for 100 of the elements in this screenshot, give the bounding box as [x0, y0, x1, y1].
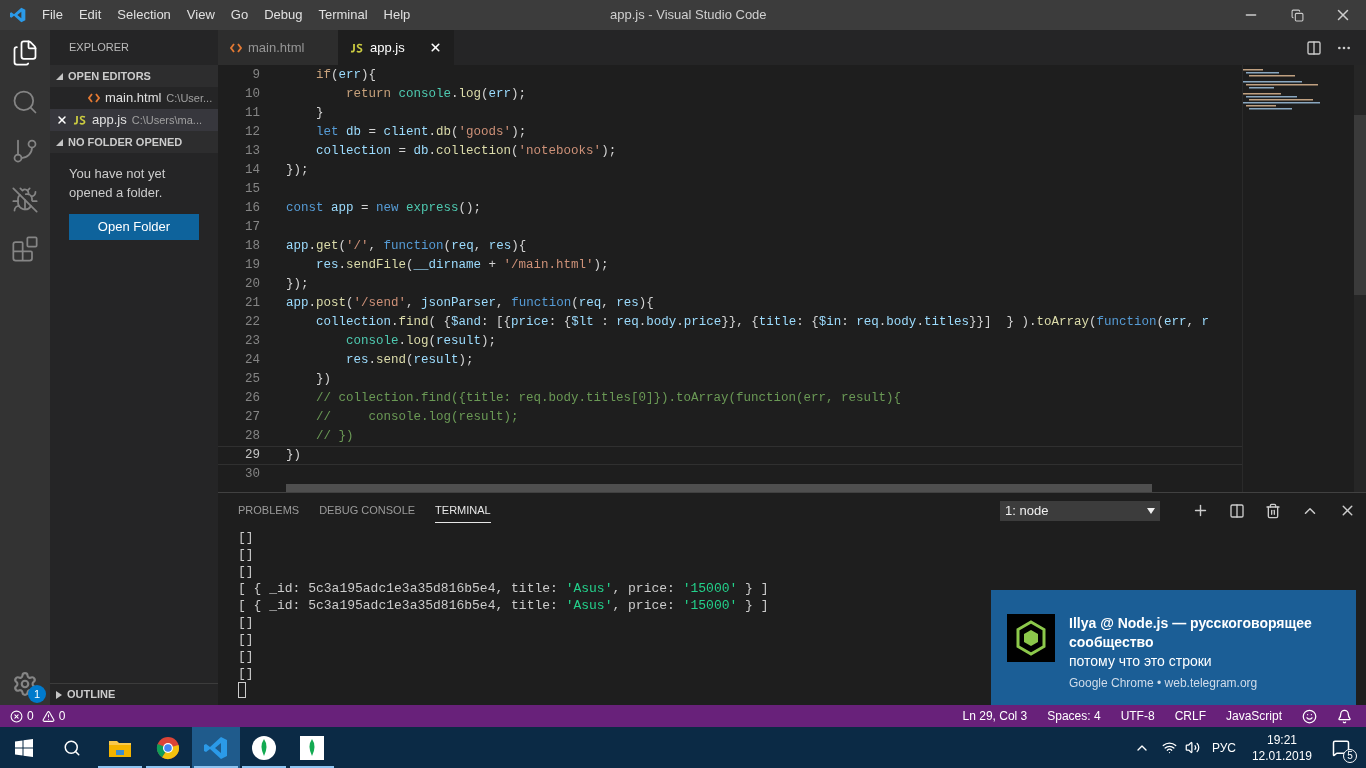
speaker-icon[interactable] [1184, 740, 1200, 755]
warning-count[interactable]: 0 [58, 707, 66, 725]
editor-tab[interactable]: app.js [338, 30, 454, 65]
line-number: 23 [244, 333, 260, 351]
language-indicator[interactable]: РУС [1211, 738, 1236, 757]
code-line: app.get('/', function(req, res){ [286, 238, 527, 256]
line-number: 13 [244, 143, 260, 161]
plus-icon[interactable] [1192, 502, 1209, 519]
leaf-icon [299, 734, 325, 761]
code-line: }); [286, 162, 309, 180]
js-file-icon [350, 42, 364, 53]
error-count[interactable]: 0 [27, 707, 34, 725]
window-title: app.js - Visual Studio Code [610, 6, 767, 25]
notification-toast[interactable]: Illya @ Node.js — русскоговорящее сообщество потому что это строки Google Chrome • web.telegram.org [991, 590, 1356, 705]
line-number: 9 [251, 67, 260, 85]
caret-down-icon[interactable] [56, 72, 63, 80]
smiley-icon[interactable] [1302, 708, 1317, 724]
message-text: You have not yet opened a folder. [69, 165, 167, 202]
terminal-line: [] [238, 546, 254, 563]
line-number: 27 [244, 409, 260, 427]
code-line: let db = client.db('goods'); [315, 124, 527, 142]
wifi-icon[interactable] [1161, 740, 1177, 755]
terminal-line: [] [238, 648, 254, 665]
code-line: res.send(result); [345, 352, 474, 370]
menu-item[interactable]: Help [375, 5, 419, 25]
line-number: 21 [244, 295, 260, 313]
section-header[interactable]: OPEN EDITORS [50, 65, 218, 87]
ribbon-icon [204, 735, 228, 760]
notification-body: потому что это строки [1069, 652, 1213, 671]
code-line: const app = new express(); [286, 200, 482, 218]
line-number: 22 [244, 314, 260, 332]
code-line: }) [286, 447, 301, 465]
line-number: 26 [244, 390, 260, 408]
panel-tab[interactable]: DEBUG CONSOLE [319, 497, 416, 524]
status-item[interactable]: JavaScript [1225, 707, 1282, 725]
line-number: 14 [244, 162, 260, 180]
menu-item[interactable]: Edit [70, 5, 110, 25]
terminal-line: [] [238, 614, 254, 631]
open-editor-item[interactable]: app.js C:\Users\ma... [50, 109, 218, 131]
line-number: 28 [244, 428, 260, 446]
status-item[interactable]: CRLF [1174, 707, 1206, 725]
code-line: console.log(result); [345, 333, 497, 351]
settings-icon[interactable] [12, 671, 38, 697]
notification-count: 5 [1343, 748, 1357, 763]
code-line: res.sendFile(__dirname + '/main.html'); [315, 257, 609, 275]
sidebar-title: EXPLORER [69, 40, 129, 56]
open-editor-item[interactable]: main.html C:\User... [50, 87, 218, 109]
crossed-bug-icon[interactable] [10, 185, 40, 215]
trash-icon[interactable] [1265, 502, 1281, 519]
code-line: return console.log(err); [345, 86, 527, 104]
code-line: collection.find( {$and: [{price: {$lt : req.body.price}}, {title: {$in: req.body.titles}}] } ).toArray(function(err, r [315, 314, 1210, 332]
status-item[interactable]: UTF-8 [1120, 707, 1155, 725]
split-terminal-icon[interactable] [1229, 502, 1245, 519]
terminal-line: [] [238, 665, 254, 682]
bell-icon[interactable] [1337, 708, 1352, 724]
errors-icon[interactable] [10, 709, 23, 723]
menu-item[interactable]: Debug [256, 5, 311, 25]
code-line: app.post('/send', jsonParser, function(req, res){ [286, 295, 654, 313]
code-brackets-icon [88, 93, 100, 103]
caret-down-icon[interactable] [56, 138, 63, 146]
status-item[interactable]: Spaces: 4 [1047, 707, 1101, 725]
line-number: 10 [244, 86, 260, 104]
ribbon-icon[interactable] [10, 7, 26, 23]
status-item[interactable]: Ln 29, Col 3 [962, 707, 1028, 725]
leaf-icon [251, 734, 277, 761]
terminal-line: [] [238, 631, 254, 648]
line-number: 17 [244, 219, 260, 237]
dropdown-arrow-icon [1147, 507, 1155, 514]
open-folder-button[interactable]: Open Folder [69, 214, 199, 240]
section-header[interactable]: NO FOLDER OPENED [50, 131, 218, 153]
line-number: 15 [244, 181, 260, 199]
clock[interactable]: 19:21 12.01.2019 [1251, 731, 1312, 764]
menu-item[interactable]: File [34, 5, 71, 25]
browser-icon [156, 735, 180, 760]
hexagon-logo-icon [1007, 614, 1055, 662]
editor-tab[interactable]: main.html [218, 30, 338, 65]
close-icon[interactable] [429, 41, 442, 54]
line-number: 25 [244, 371, 260, 389]
menu-item[interactable]: Go [222, 5, 257, 25]
menu-item[interactable]: Selection [109, 5, 179, 25]
code-brackets-icon [230, 42, 242, 53]
line-number: 12 [244, 124, 260, 142]
terminal-select[interactable]: 1: node [1000, 500, 1160, 521]
terminal-line: [ { _id: 5c3a195adc1e3a35d816b5e4, title: 'Asus', price: '15000' } ] [238, 580, 769, 597]
panel-tab[interactable]: TERMINAL [435, 497, 491, 524]
menu-item[interactable]: Terminal [310, 5, 376, 25]
caret-right-icon[interactable] [56, 690, 62, 699]
terminal-line: [] [238, 529, 254, 546]
horizontal-scrollbar[interactable] [286, 484, 1152, 492]
menu-item[interactable]: View [178, 5, 223, 25]
line-number: 19 [244, 257, 260, 275]
notification-badge: 1 [28, 685, 46, 703]
blocks-icon[interactable] [10, 234, 40, 264]
terminal-line: [] [238, 563, 254, 580]
close-icon[interactable] [56, 114, 68, 126]
panel-tab[interactable]: PROBLEMS [238, 497, 300, 524]
split-editor-icon[interactable] [1306, 39, 1322, 56]
warning-icon[interactable] [41, 709, 55, 723]
line-number: 29 [244, 447, 260, 465]
scrollbar-thumb[interactable] [1354, 115, 1366, 295]
